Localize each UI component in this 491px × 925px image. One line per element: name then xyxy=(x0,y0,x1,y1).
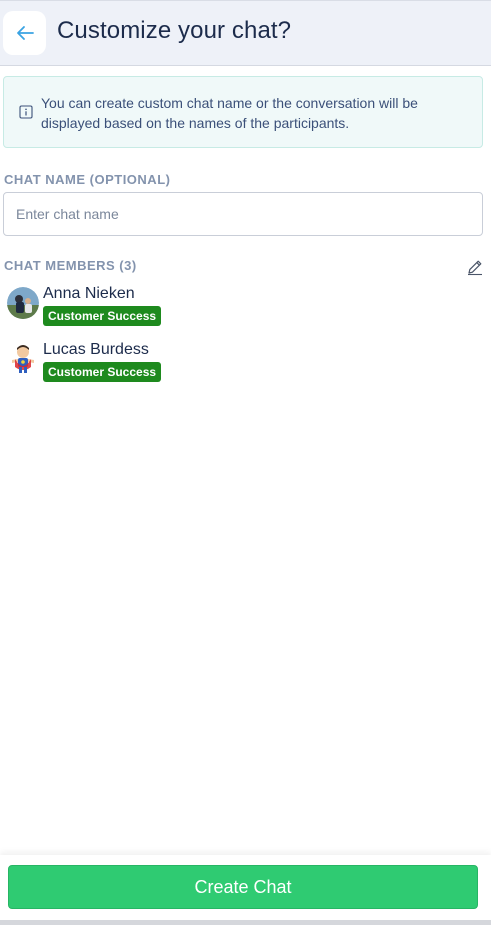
photo-avatar xyxy=(7,287,39,319)
member-name: Lucas Burdess xyxy=(43,341,149,358)
role-badge: Customer Success xyxy=(43,306,162,326)
cartoon-avatar xyxy=(7,343,39,375)
back-button[interactable] xyxy=(3,11,46,55)
arrow-left-icon xyxy=(16,26,34,40)
member-name: Anna Nieken xyxy=(43,285,135,302)
role-badge: Customer Success xyxy=(43,362,162,382)
footer: Create Chat xyxy=(0,855,491,925)
info-text: You can create custom chat name or the c… xyxy=(41,95,418,131)
member-item: Lucas Burdess Customer Success xyxy=(7,341,307,389)
chat-members-label: CHAT MEMBERS (3) xyxy=(4,258,137,273)
chat-name-input[interactable] xyxy=(3,192,483,236)
create-chat-button[interactable]: Create Chat xyxy=(8,865,478,909)
customize-chat-panel: Customize your chat? You can create cust… xyxy=(0,0,491,925)
member-item: Anna Nieken Customer Success xyxy=(7,285,307,333)
info-banner: You can create custom chat name or the c… xyxy=(3,76,483,148)
pencil-icon[interactable] xyxy=(466,258,484,276)
info-icon xyxy=(19,105,33,119)
header: Customize your chat? xyxy=(0,0,491,66)
page-title: Customize your chat? xyxy=(57,17,292,44)
chat-name-label: CHAT NAME (OPTIONAL) xyxy=(4,172,171,187)
